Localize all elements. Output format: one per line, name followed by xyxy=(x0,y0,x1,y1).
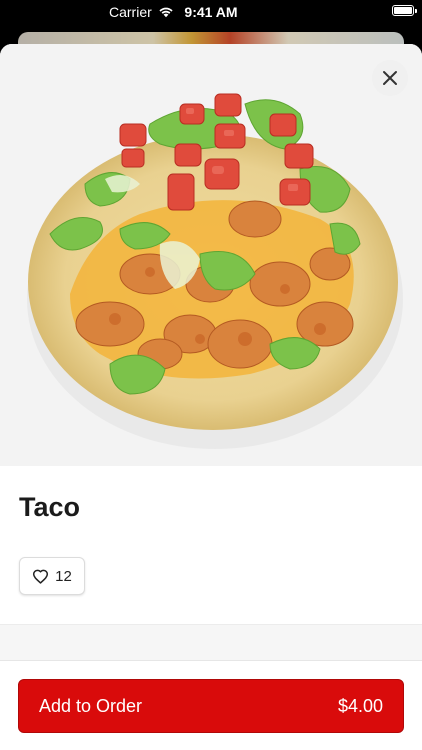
wifi-icon xyxy=(159,7,173,18)
status-bar: Carrier 9:41 AM xyxy=(0,0,422,24)
status-time: 9:41 AM xyxy=(184,4,238,20)
close-icon xyxy=(383,71,397,85)
item-title: Taco xyxy=(19,492,81,522)
order-footer: Add to Order $4.00 xyxy=(0,660,422,750)
item-photo xyxy=(0,44,422,466)
app-screen: Carrier 9:41 AM Taco 12 Add to Order $4.… xyxy=(0,0,422,750)
add-to-order-button[interactable]: Add to Order $4.00 xyxy=(18,679,404,733)
like-button[interactable]: 12 xyxy=(19,557,85,595)
like-count: 12 xyxy=(55,567,72,585)
taco-illustration xyxy=(0,44,422,466)
carrier-label: Carrier xyxy=(109,4,152,20)
price-label: $4.00 xyxy=(337,695,383,716)
close-button[interactable] xyxy=(372,60,408,96)
heart-icon xyxy=(33,569,49,584)
section-divider xyxy=(0,624,422,661)
item-detail-sheet: Taco 12 Add to Order $4.00 xyxy=(0,44,422,750)
add-to-order-label: Add to Order xyxy=(39,695,143,716)
battery-icon xyxy=(392,5,417,16)
status-left: Carrier xyxy=(109,4,174,20)
